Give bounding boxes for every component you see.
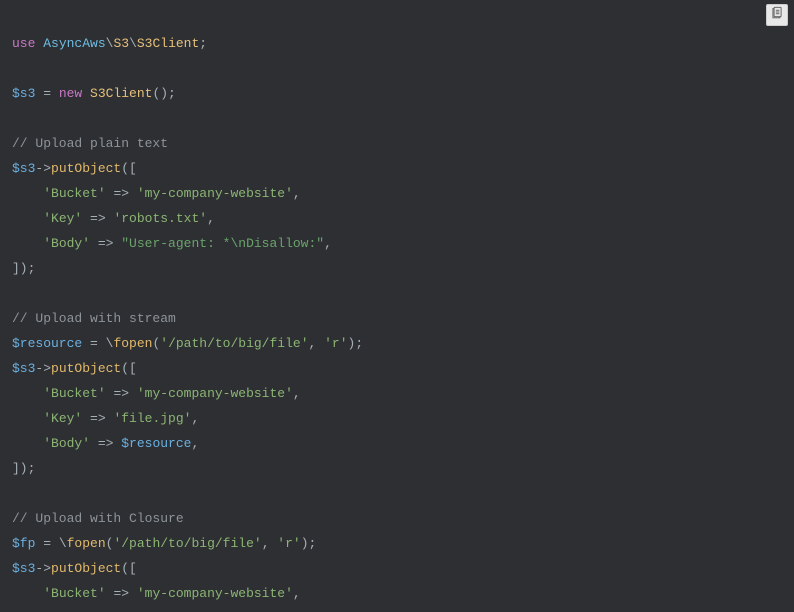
code-block[interactable]: use AsyncAws\S3\S3Client; $s3 = new S3Cl…: [0, 0, 794, 612]
code-line: $s3->putObject([: [12, 561, 137, 576]
code-line: $fp = \fopen('/path/to/big/file', 'r');: [12, 536, 316, 551]
code-line: $resource = \fopen('/path/to/big/file', …: [12, 336, 363, 351]
code-line: 'Body' => $resource,: [12, 436, 199, 451]
code-line: 'Bucket' => 'my-company-website',: [12, 186, 301, 201]
code-line: ]);: [12, 461, 35, 476]
copy-code-button[interactable]: [766, 4, 788, 26]
code-line: $s3 = new S3Client();: [12, 86, 176, 101]
code-line: // Upload with Closure: [12, 511, 184, 526]
code-line: $s3->putObject([: [12, 361, 137, 376]
code-line: // Upload plain text: [12, 136, 168, 151]
code-line: $s3->putObject([: [12, 161, 137, 176]
clipboard-icon: [770, 3, 784, 28]
code-line: 'Key' => 'file.jpg',: [12, 411, 199, 426]
code-content: use AsyncAws\S3\S3Client; $s3 = new S3Cl…: [12, 36, 363, 601]
code-line: 'Bucket' => 'my-company-website',: [12, 386, 301, 401]
code-line: ]);: [12, 261, 35, 276]
code-line: // Upload with stream: [12, 311, 176, 326]
code-line: use AsyncAws\S3\S3Client;: [12, 36, 207, 51]
code-line: 'Bucket' => 'my-company-website',: [12, 586, 301, 601]
code-line: 'Key' => 'robots.txt',: [12, 211, 215, 226]
code-line: 'Body' => "User-agent: *\nDisallow:",: [12, 236, 332, 251]
